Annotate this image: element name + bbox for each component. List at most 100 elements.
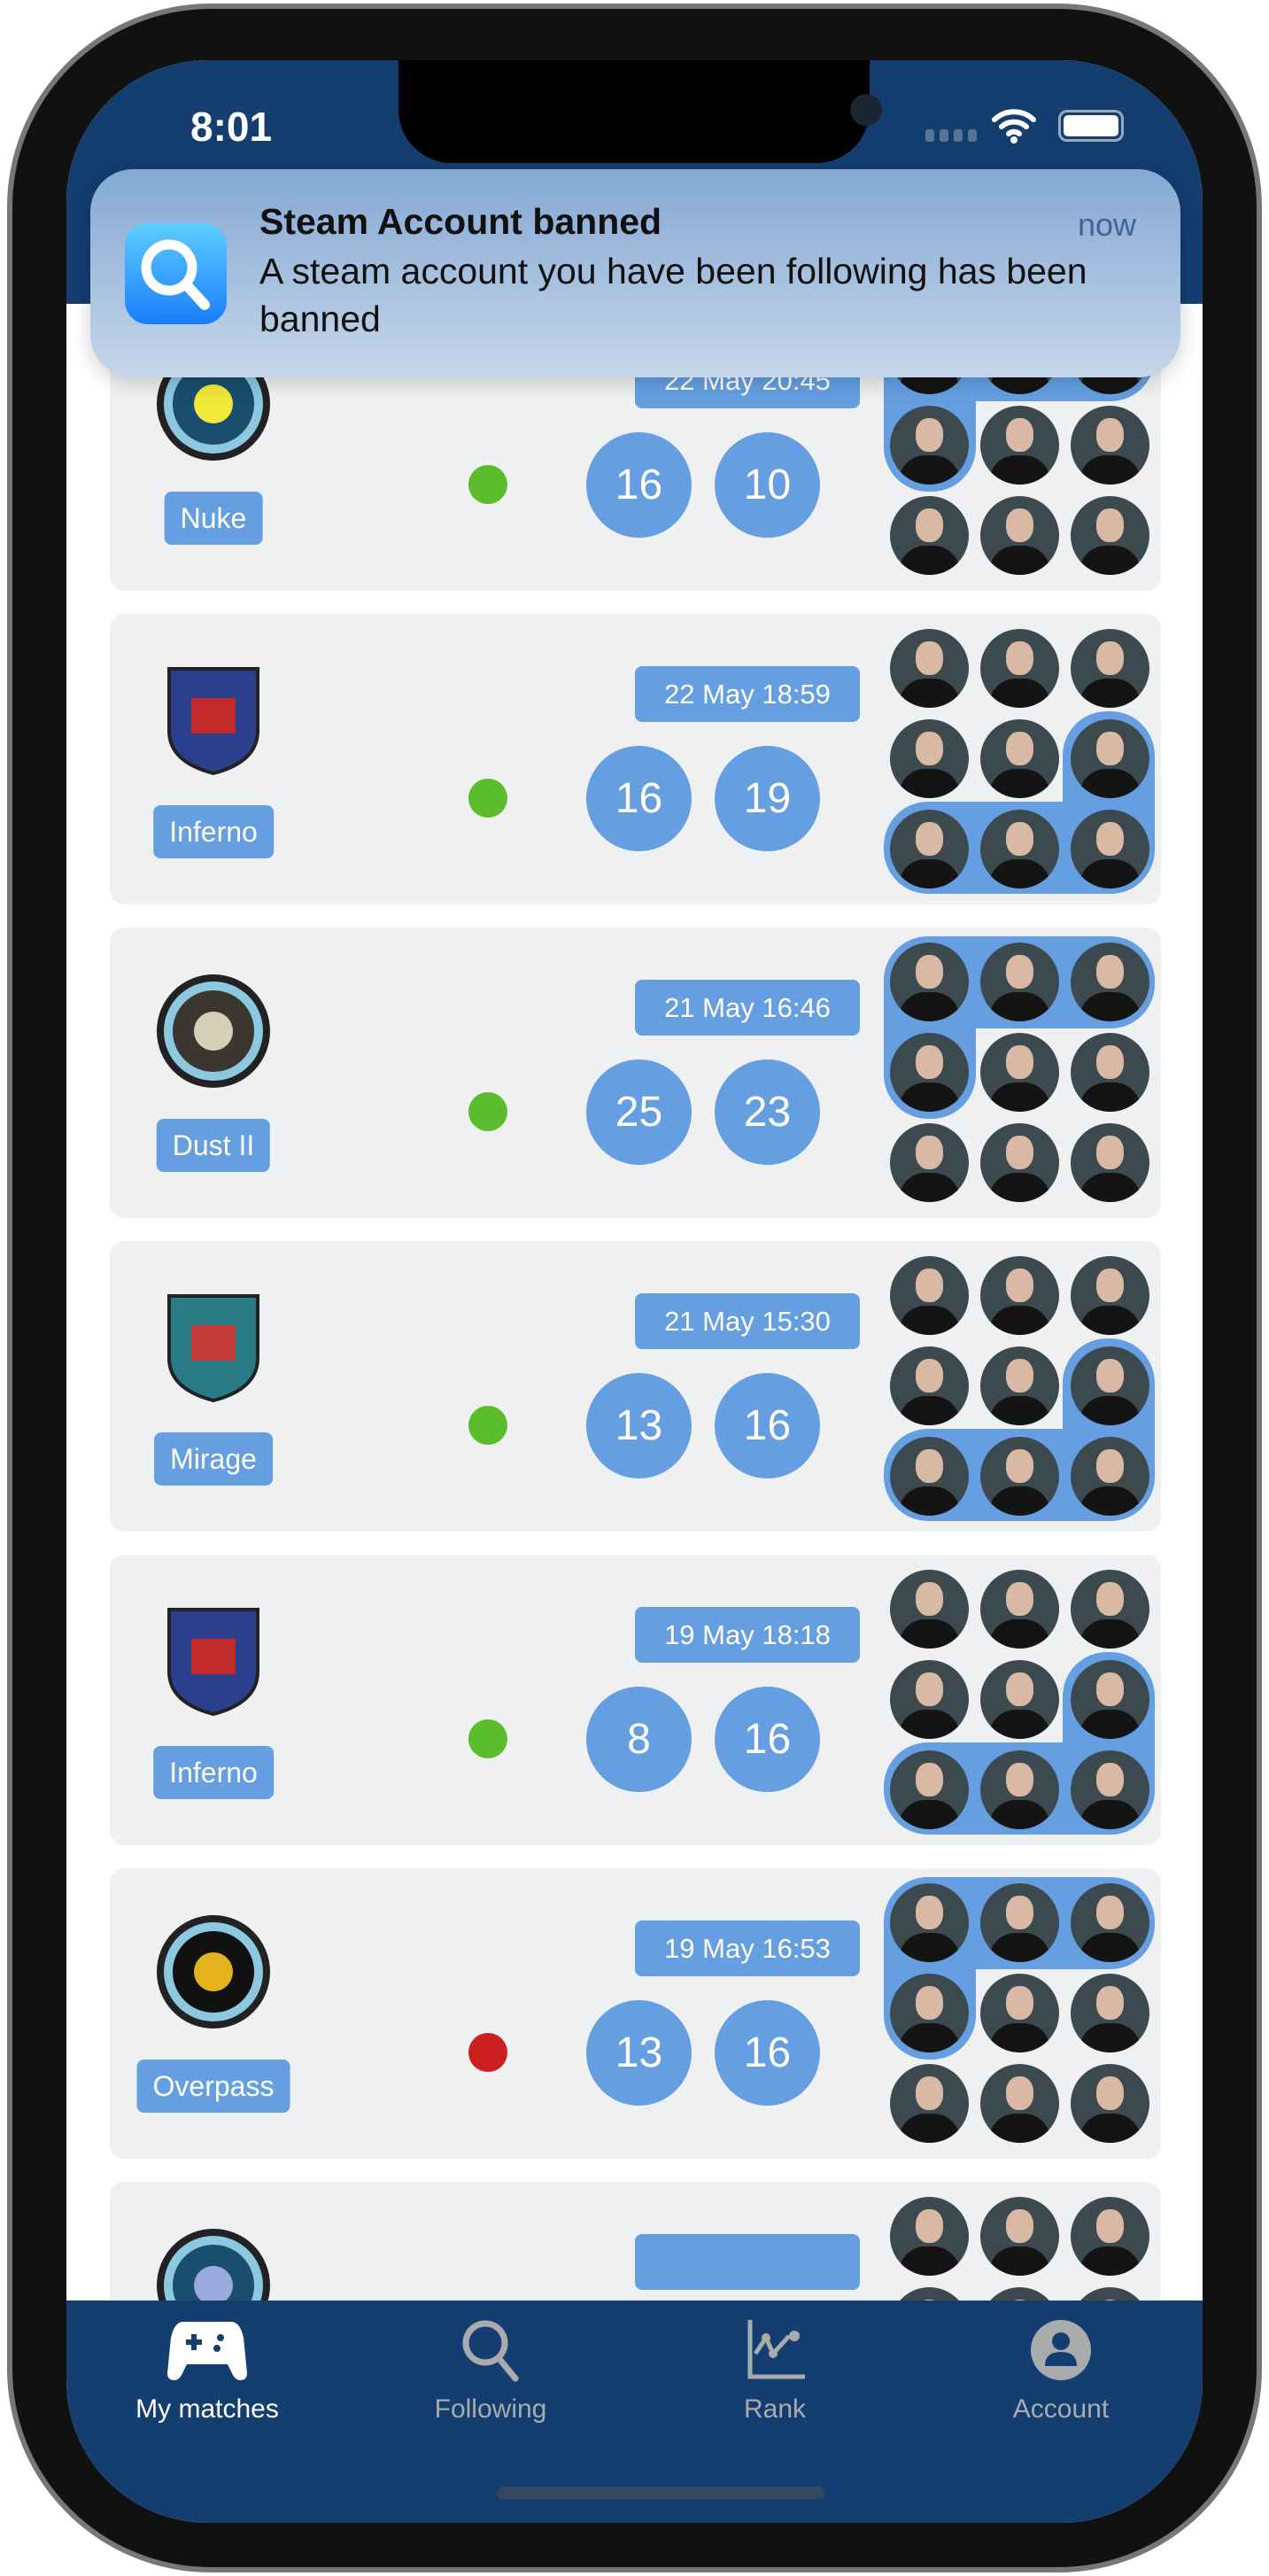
match-card[interactable]: Overpass 19 May 16:53 13 16 — [110, 1868, 1161, 2159]
map-badge-icon — [154, 1285, 273, 1404]
player-avatar[interactable] — [890, 1974, 969, 2052]
player-avatar[interactable] — [1071, 1256, 1149, 1335]
tab-label: Following — [434, 2394, 547, 2424]
match-card[interactable]: Inferno 19 May 18:18 8 16 — [110, 1555, 1161, 1845]
player-avatar[interactable] — [980, 810, 1059, 888]
player-avatar[interactable] — [980, 1437, 1059, 1516]
opponent-score: 16 — [715, 2000, 820, 2106]
player-avatar[interactable] — [890, 2197, 969, 2276]
tab-my-matches[interactable]: My matches — [97, 2318, 318, 2425]
player-avatar[interactable] — [890, 496, 969, 575]
player-avatar[interactable] — [980, 2064, 1059, 2143]
player-avatar[interactable] — [1071, 719, 1149, 798]
player-avatar[interactable] — [1071, 2197, 1149, 2276]
chart-icon — [743, 2318, 807, 2387]
player-avatar[interactable] — [890, 719, 969, 798]
player-avatar[interactable] — [1071, 496, 1149, 575]
player-avatar[interactable] — [980, 1346, 1059, 1425]
player-avatar[interactable] — [980, 1033, 1059, 1112]
opponent-score: 23 — [715, 1059, 820, 1165]
player-grid — [884, 936, 1155, 1207]
opponent-score: 10 — [715, 432, 820, 538]
player-avatar[interactable] — [890, 1346, 969, 1425]
search-icon — [459, 2318, 522, 2387]
tab-account[interactable]: Account — [950, 2318, 1172, 2425]
tab-following[interactable]: Following — [380, 2318, 601, 2425]
player-avatar[interactable] — [980, 406, 1059, 485]
match-card[interactable]: Dust II 21 May 16:46 25 23 — [110, 927, 1161, 1218]
account-icon — [1029, 2318, 1093, 2387]
opponent-score: 16 — [715, 1687, 820, 1792]
match-card[interactable]: Inferno 22 May 18:59 16 19 — [110, 614, 1161, 904]
tab-label: Rank — [743, 2394, 807, 2424]
player-avatar[interactable] — [890, 1123, 969, 1202]
player-avatar[interactable] — [980, 1570, 1059, 1649]
player-avatar[interactable] — [890, 1750, 969, 1829]
player-avatar[interactable] — [1071, 1750, 1149, 1829]
player-avatar[interactable] — [980, 1883, 1059, 1962]
player-avatar[interactable] — [890, 1033, 969, 1112]
map-label: Inferno — [153, 805, 274, 858]
map-label: Nuke — [164, 492, 263, 545]
team-score: 25 — [586, 1059, 692, 1165]
player-avatar[interactable] — [1071, 1660, 1149, 1739]
player-avatar[interactable] — [890, 1570, 969, 1649]
player-avatar[interactable] — [890, 629, 969, 708]
camera — [850, 94, 882, 126]
player-avatar[interactable] — [1071, 1346, 1149, 1425]
player-avatar[interactable] — [890, 406, 969, 485]
player-avatar[interactable] — [890, 1883, 969, 1962]
player-avatar[interactable] — [890, 1660, 969, 1739]
player-avatar[interactable] — [1071, 1437, 1149, 1516]
app-screen: 8:01 Nuke 22 May 20:45 16 10 Inferno 22 May 1… — [66, 60, 1203, 2523]
player-avatar[interactable] — [1071, 1883, 1149, 1962]
match-date: 22 May 18:59 — [635, 666, 860, 722]
player-avatar[interactable] — [980, 1123, 1059, 1202]
opponent-score: 16 — [715, 1373, 820, 1478]
match-card[interactable]: Mirage 21 May 15:30 13 16 — [110, 1241, 1161, 1532]
map-label: Overpass — [136, 2060, 290, 2113]
player-avatar[interactable] — [1071, 1570, 1149, 1649]
notification-time: now — [1077, 206, 1136, 243]
player-avatar[interactable] — [1071, 1974, 1149, 2052]
notification-banner[interactable]: Steam Account banned A steam account you… — [90, 169, 1180, 377]
map-label: Dust II — [156, 1119, 271, 1172]
player-avatar[interactable] — [980, 1660, 1059, 1739]
player-avatar[interactable] — [1071, 406, 1149, 485]
result-indicator — [468, 1406, 507, 1445]
match-date: 19 May 18:18 — [635, 1607, 860, 1663]
player-avatar[interactable] — [980, 2197, 1059, 2276]
tab-label: My matches — [135, 2394, 279, 2424]
tab-bar: My matches Following Rank Account — [66, 2301, 1203, 2523]
opponent-score: 19 — [715, 746, 820, 851]
player-avatar[interactable] — [980, 496, 1059, 575]
player-avatar[interactable] — [980, 629, 1059, 708]
player-avatar[interactable] — [1071, 943, 1149, 1021]
player-avatar[interactable] — [1071, 1033, 1149, 1112]
tab-rank[interactable]: Rank — [664, 2318, 886, 2425]
team-score: 16 — [586, 746, 692, 851]
player-avatar[interactable] — [1071, 810, 1149, 888]
player-avatar[interactable] — [980, 1974, 1059, 2052]
player-avatar[interactable] — [890, 810, 969, 888]
player-avatar[interactable] — [980, 719, 1059, 798]
team-score: 13 — [586, 2000, 692, 2106]
match-date: 19 May 16:53 — [635, 1920, 860, 1976]
player-avatar[interactable] — [1071, 1123, 1149, 1202]
home-indicator[interactable] — [497, 2487, 824, 2499]
player-avatar[interactable] — [890, 1256, 969, 1335]
result-indicator — [468, 2033, 507, 2072]
player-avatar[interactable] — [1071, 2064, 1149, 2143]
player-grid — [884, 1250, 1155, 1521]
player-avatar[interactable] — [890, 943, 969, 1021]
player-avatar[interactable] — [980, 943, 1059, 1021]
player-avatar[interactable] — [1071, 629, 1149, 708]
player-avatar[interactable] — [980, 1256, 1059, 1335]
match-date — [635, 2234, 860, 2290]
app-icon — [125, 223, 227, 324]
player-avatar[interactable] — [890, 1437, 969, 1516]
result-indicator — [468, 1719, 507, 1758]
player-avatar[interactable] — [980, 1750, 1059, 1829]
tab-label: Account — [1012, 2394, 1110, 2424]
player-avatar[interactable] — [890, 2064, 969, 2143]
